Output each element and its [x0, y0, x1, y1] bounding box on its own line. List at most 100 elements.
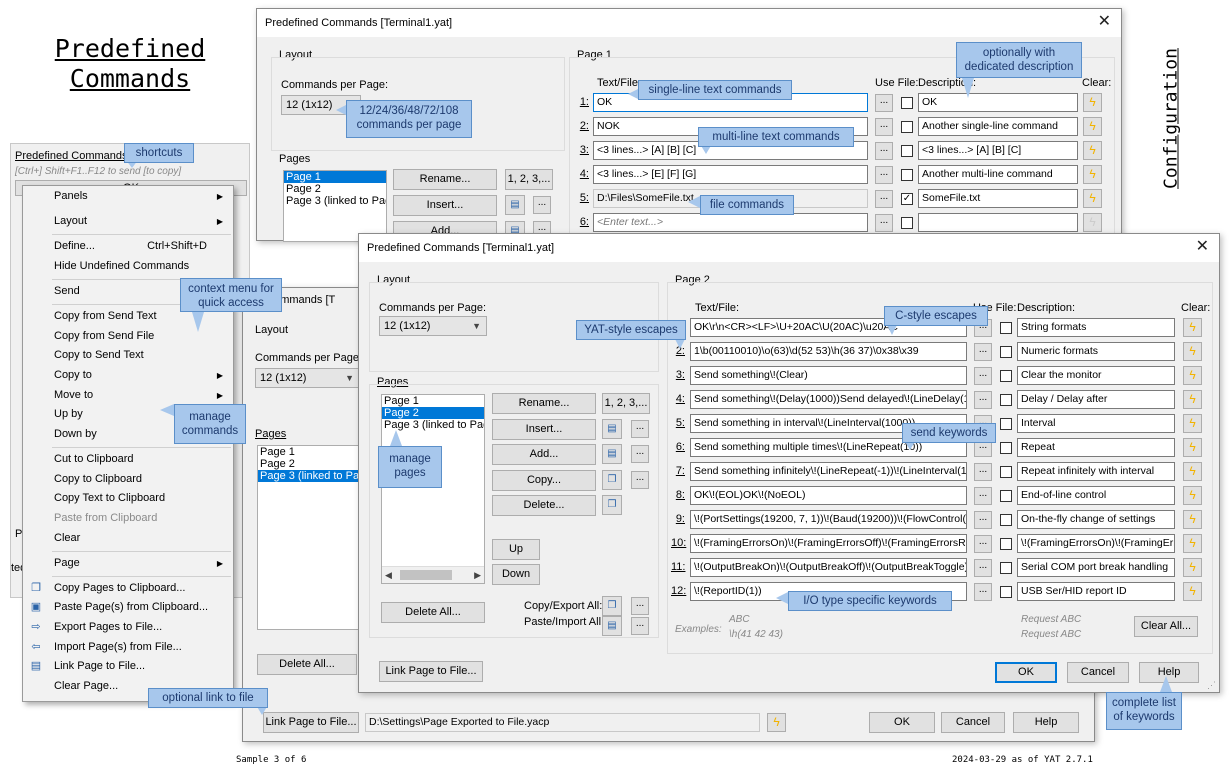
front-row-usefile[interactable] — [1000, 586, 1012, 598]
front-paste-import-icon[interactable]: ▤ — [602, 616, 622, 636]
front-row-text[interactable]: Send something\!(Delay(1000))Send delaye… — [690, 390, 967, 409]
front-row-desc[interactable]: Numeric formats — [1017, 342, 1175, 361]
back-row-text[interactable]: <Enter text...> — [593, 213, 868, 232]
front-row-usefile[interactable] — [1000, 538, 1012, 550]
front-row-usefile[interactable] — [1000, 394, 1012, 406]
front-paste-import-ellipsis[interactable]: ... — [631, 617, 649, 635]
mid-link-page-button[interactable]: Link Page to File... — [263, 712, 359, 733]
front-pages-list[interactable]: Page 1 Page 2 Page 3 (linked to Page E ◀… — [381, 394, 485, 584]
clear-lightning-icon[interactable]: ϟ — [1183, 534, 1202, 553]
back-insert-ellipsis[interactable]: ... — [533, 196, 551, 214]
front-insert-ellipsis[interactable]: ... — [631, 420, 649, 438]
front-row-usefile[interactable] — [1000, 346, 1012, 358]
mid-pages-list[interactable]: Page 1 Page 2 Page 3 (linked to Page — [257, 445, 362, 630]
front-row-usefile[interactable] — [1000, 442, 1012, 454]
menu-cut[interactable]: Cut to Clipboard — [23, 450, 233, 469]
clear-lightning-icon[interactable]: ϟ — [1183, 438, 1202, 457]
front-cancel-button[interactable]: Cancel — [1067, 662, 1129, 683]
front-insert-button[interactable]: Insert... — [492, 419, 596, 440]
front-add-button[interactable]: Add... — [492, 444, 596, 465]
front-row-text[interactable]: Send something\!(Clear) — [690, 366, 967, 385]
clear-lightning-icon[interactable]: ϟ — [1183, 558, 1202, 577]
mid-cpp-combo[interactable]: 12 (1x12) ▼ — [255, 368, 360, 388]
front-copy-button[interactable]: Copy... — [492, 470, 596, 491]
menu-copy-to[interactable]: Copy to ▶ — [23, 366, 233, 385]
front-delete-all-button[interactable]: Delete All... — [381, 602, 485, 623]
back-row-desc[interactable]: SomeFile.txt — [918, 189, 1078, 208]
front-row-ellipsis[interactable]: ... — [974, 583, 992, 601]
clear-lightning-icon[interactable]: ϟ — [1083, 117, 1102, 136]
back-numbering-button[interactable]: 1, 2, 3,... — [505, 169, 553, 190]
back-row-ellipsis[interactable]: ... — [875, 214, 893, 232]
back-page-2[interactable]: Page 2 — [284, 183, 386, 195]
clear-lightning-icon[interactable]: ϟ — [1183, 390, 1202, 409]
menu-copy-text-clipboard[interactable]: Copy Text to Clipboard — [23, 489, 233, 508]
back-row-ellipsis[interactable]: ... — [875, 94, 893, 112]
menu-export-pages[interactable]: ⇨ Export Pages to File... — [23, 618, 233, 637]
menu-move-to[interactable]: Move to ▶ — [23, 386, 233, 405]
back-rename-button[interactable]: Rename... — [393, 169, 497, 190]
back-insert-button[interactable]: Insert... — [393, 195, 497, 216]
back-page-3[interactable]: Page 3 (linked to Page E — [284, 195, 386, 207]
front-clear-all-button[interactable]: Clear All... — [1134, 616, 1198, 637]
close-icon[interactable]: ✕ — [1098, 13, 1111, 31]
menu-define[interactable]: Define... Ctrl+Shift+D — [23, 237, 233, 256]
front-numbering-button[interactable]: 1, 2, 3,... — [602, 393, 650, 414]
front-row-text[interactable]: \!(OutputBreakOn)\!(OutputBreakOff)\!(Ou… — [690, 558, 967, 577]
menu-link-page[interactable]: ▤ Link Page to File... — [23, 657, 233, 676]
front-row-usefile[interactable] — [1000, 418, 1012, 430]
front-row-ellipsis[interactable]: ... — [974, 391, 992, 409]
front-row-ellipsis[interactable]: ... — [974, 487, 992, 505]
menu-copy-clipboard[interactable]: Copy to Clipboard — [23, 470, 233, 489]
back-row-usefile[interactable] — [901, 169, 913, 181]
clear-lightning-icon[interactable]: ϟ — [1083, 93, 1102, 112]
front-row-desc[interactable]: String formats — [1017, 318, 1175, 337]
back-row-usefile[interactable] — [901, 97, 913, 109]
front-page-2[interactable]: Page 2 — [382, 407, 484, 419]
front-page-1[interactable]: Page 1 — [382, 395, 484, 407]
mid-cancel-button[interactable]: Cancel — [941, 712, 1005, 733]
back-row-ellipsis[interactable]: ... — [875, 190, 893, 208]
front-copy-export-icon[interactable]: ❐ — [602, 596, 622, 616]
back-pages-list[interactable]: Page 1 Page 2 Page 3 (linked to Page E — [283, 170, 387, 242]
front-ok-button[interactable]: OK — [995, 662, 1057, 683]
back-insert-icon[interactable]: ▤ — [505, 195, 525, 215]
front-row-ellipsis[interactable]: ... — [974, 343, 992, 361]
front-delete-button[interactable]: Delete... — [492, 495, 596, 516]
clear-lightning-icon[interactable]: ϟ — [1183, 510, 1202, 529]
front-row-text[interactable]: Send something infinitely\!(LineRepeat(-… — [690, 462, 967, 481]
menu-import-pages[interactable]: ⇦ Import Page(s) from File... — [23, 638, 233, 657]
front-row-usefile[interactable] — [1000, 514, 1012, 526]
front-cpp-combo[interactable]: 12 (1x12) ▼ — [379, 316, 487, 336]
front-copy-clipboard-icon[interactable]: ❐ — [602, 470, 622, 490]
back-row-usefile-checked[interactable]: ✓ — [901, 193, 913, 205]
front-add-ellipsis[interactable]: ... — [631, 445, 649, 463]
back-row-usefile[interactable] — [901, 121, 913, 133]
front-row-text[interactable]: \!(FramingErrorsOn)\!(FramingErrorsOff)\… — [690, 534, 967, 553]
back-row-desc[interactable]: Another multi-line command — [918, 165, 1078, 184]
front-row-ellipsis[interactable]: ... — [974, 511, 992, 529]
front-row-usefile[interactable] — [1000, 466, 1012, 478]
front-row-desc[interactable]: USB Ser/HID report ID — [1017, 582, 1175, 601]
clear-link-lightning-icon[interactable]: ϟ — [767, 713, 786, 732]
clear-lightning-icon[interactable]: ϟ — [1183, 318, 1202, 337]
menu-layout[interactable]: Layout ▶ — [23, 212, 233, 231]
front-row-desc[interactable]: End-of-line control — [1017, 486, 1175, 505]
front-row-desc[interactable]: Clear the monitor — [1017, 366, 1175, 385]
front-row-ellipsis[interactable]: ... — [974, 463, 992, 481]
clear-lightning-icon[interactable]: ϟ — [1183, 414, 1202, 433]
clear-lightning-icon[interactable]: ϟ — [1083, 189, 1102, 208]
front-row-usefile[interactable] — [1000, 562, 1012, 574]
close-icon[interactable]: ✕ — [1196, 238, 1209, 256]
mid-page-2[interactable]: Page 2 — [258, 458, 361, 470]
menu-copy-to-send-text[interactable]: Copy to Send Text — [23, 346, 233, 365]
front-row-ellipsis[interactable]: ... — [974, 367, 992, 385]
front-row-text[interactable]: \!(PortSettings(19200, 7, 1))\!(Baud(192… — [690, 510, 967, 529]
front-insert-paste-icon[interactable]: ▤ — [602, 419, 622, 439]
clear-lightning-icon[interactable]: ϟ — [1083, 141, 1102, 160]
front-down-button[interactable]: Down — [492, 564, 540, 585]
clear-lightning-icon[interactable]: ϟ — [1183, 462, 1202, 481]
front-row-usefile[interactable] — [1000, 490, 1012, 502]
back-row-usefile[interactable] — [901, 217, 913, 229]
mid-page-1[interactable]: Page 1 — [258, 446, 361, 458]
